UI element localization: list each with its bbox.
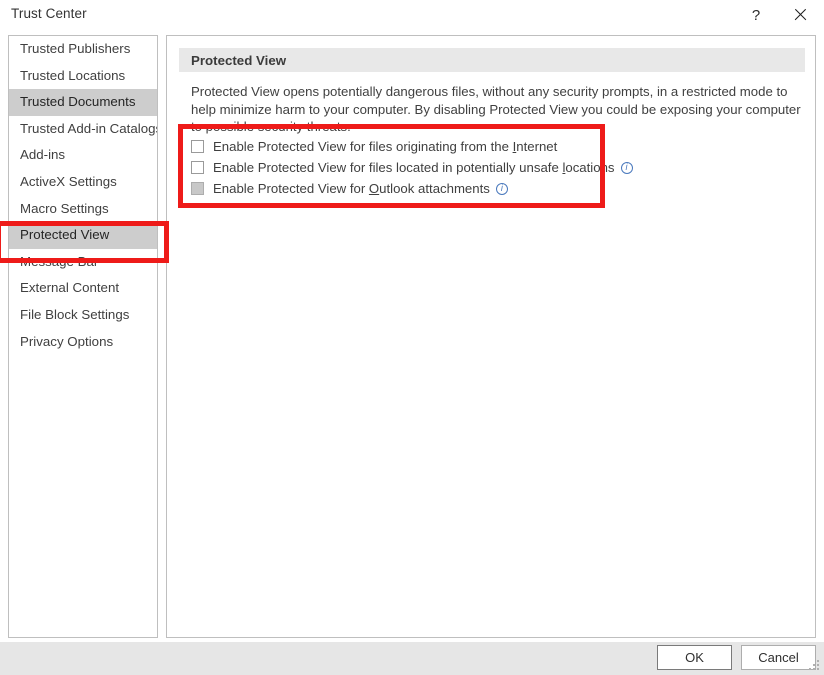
settings-content-panel: Protected View Protected View opens pote… [166, 35, 816, 638]
trust-center-dialog: Trust Center ? Trusted Publishers Truste… [0, 0, 824, 675]
category-sidebar: Trusted Publishers Trusted Locations Tru… [8, 35, 158, 638]
checkbox-row-internet-files[interactable]: Enable Protected View for files originat… [191, 136, 791, 157]
section-description: Protected View opens potentially dangero… [191, 84, 801, 135]
info-icon-unsafe-locations[interactable]: i [620, 161, 633, 174]
checkbox-row-outlook-attachments[interactable]: Enable Protected View for Outlook attach… [191, 178, 791, 199]
checkbox-row-unsafe-locations[interactable]: Enable Protected View for files located … [191, 157, 791, 178]
window-titlebar: Trust Center ? [0, 0, 824, 30]
sidebar-item-message-bar[interactable]: Message Bar [9, 249, 157, 276]
dialog-body: Trusted Publishers Trusted Locations Tru… [0, 30, 824, 642]
window-title: Trust Center [11, 6, 87, 21]
checkbox-unsafe-locations[interactable] [191, 161, 204, 174]
checkbox-label-internet-files: Enable Protected View for files originat… [213, 139, 558, 154]
sidebar-item-trusted-add-in-catalogs[interactable]: Trusted Add-in Catalogs [9, 116, 157, 143]
sidebar-item-privacy-options[interactable]: Privacy Options [9, 329, 157, 356]
help-button[interactable]: ? [734, 0, 778, 30]
sidebar-item-file-block-settings[interactable]: File Block Settings [9, 302, 157, 329]
dialog-footer: OK Cancel [0, 642, 824, 675]
close-button[interactable] [778, 0, 822, 30]
sidebar-item-trusted-documents[interactable]: Trusted Documents [9, 89, 157, 116]
sidebar-item-macro-settings[interactable]: Macro Settings [9, 196, 157, 223]
checkbox-label-outlook-attachments: Enable Protected View for Outlook attach… [213, 181, 490, 196]
checkbox-outlook-attachments[interactable] [191, 182, 204, 195]
resize-grip-icon[interactable] [808, 659, 821, 672]
sidebar-item-activex-settings[interactable]: ActiveX Settings [9, 169, 157, 196]
sidebar-item-trusted-locations[interactable]: Trusted Locations [9, 63, 157, 90]
info-icon-outlook-attachments[interactable]: i [495, 182, 508, 195]
section-header: Protected View [179, 48, 805, 72]
sidebar-item-protected-view[interactable]: Protected View [9, 222, 157, 249]
sidebar-item-external-content[interactable]: External Content [9, 275, 157, 302]
ok-button[interactable]: OK [657, 645, 732, 670]
checkbox-label-unsafe-locations: Enable Protected View for files located … [213, 160, 615, 175]
sidebar-item-add-ins[interactable]: Add-ins [9, 142, 157, 169]
sidebar-item-trusted-publishers[interactable]: Trusted Publishers [9, 36, 157, 63]
protected-view-options-group: Enable Protected View for files originat… [191, 136, 791, 199]
cancel-button[interactable]: Cancel [741, 645, 816, 670]
close-icon [793, 8, 807, 22]
checkbox-internet-files[interactable] [191, 140, 204, 153]
